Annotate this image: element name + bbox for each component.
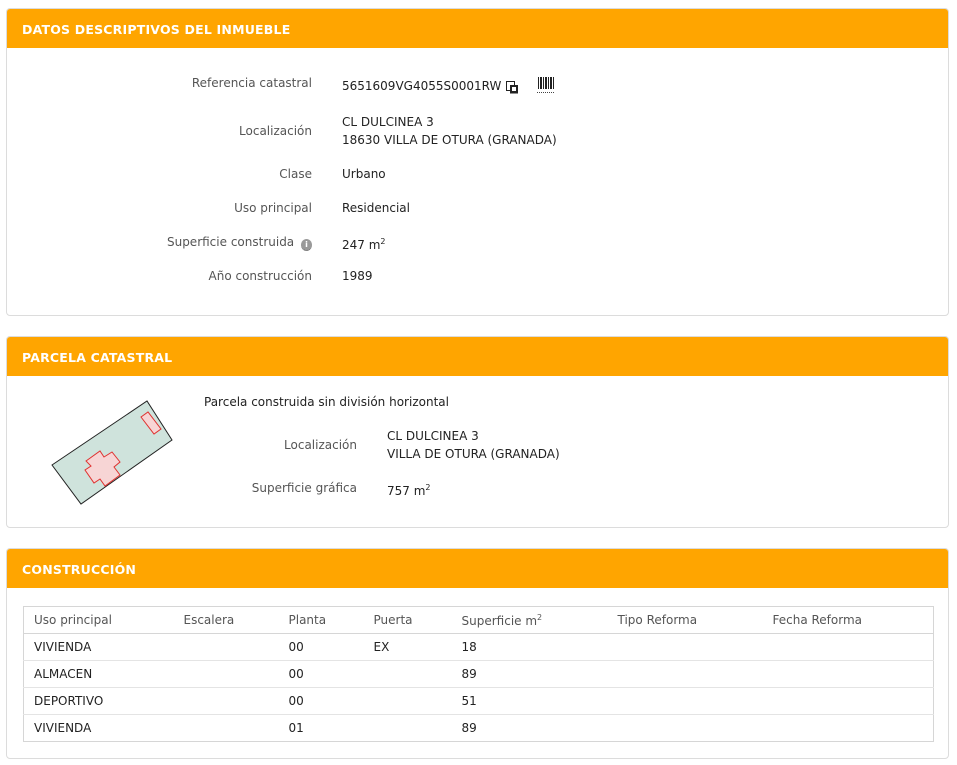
col-superficie-exponent: 2 [537,612,543,622]
cell-puerta [363,714,452,742]
cell-superficie: 89 [451,714,608,742]
clase-label: Clase [279,167,312,181]
cell-superficie: 18 [451,633,608,661]
superficie-construida-exponent: 2 [380,237,386,246]
cell-uso: VIVIENDA [23,633,174,661]
parcela-localizacion-line1: CL DULCINEA 3 [387,429,479,443]
table-row[interactable]: VIVIENDA 01 89 [23,714,934,742]
table-row[interactable]: VIVIENDA 00 EX 18 [23,633,934,661]
referencia-catastral-value: 5651609VG4055S0001RW [342,79,502,93]
cell-superficie: 89 [451,660,608,688]
table-header-row: Uso principal Escalera Planta Puerta Sup… [23,606,934,634]
uso-principal-value: Residencial [342,201,410,215]
cell-fecha-reforma [762,660,934,688]
localizacion-line1: CL DULCINEA 3 [342,115,434,129]
col-tipo-reforma[interactable]: Tipo Reforma [607,606,763,634]
cell-uso: DEPORTIVO [23,687,174,715]
superficie-grafica-exponent: 2 [425,483,431,492]
cell-uso: VIVIENDA [23,714,174,742]
cell-puerta: EX [363,633,452,661]
col-fecha-reforma[interactable]: Fecha Reforma [762,606,934,634]
cell-tipo-reforma [607,660,763,688]
localizacion-line2: 18630 VILLA DE OTURA (GRANADA) [342,133,557,147]
construccion-table: Uso principal Escalera Planta Puerta Sup… [23,606,934,742]
superficie-construida-number: 247 m [342,238,381,252]
cell-escalera [173,687,279,715]
parcel-map[interactable] [47,395,177,507]
cell-puerta [363,687,452,715]
parcela-localizacion-label: Localización [284,438,357,452]
cell-uso: ALMACEN [23,660,174,688]
superficie-construida-text: Superficie construida [166,235,295,249]
uso-principal-label: Uso principal [234,201,312,215]
cell-tipo-reforma [607,687,763,715]
superficie-grafica-value: 757 m2 [387,479,431,500]
table-row[interactable]: ALMACEN 00 89 [23,660,934,688]
copy-icon[interactable] [506,81,519,94]
parcela-catastral-header: PARCELA CATASTRAL [7,337,948,376]
datos-descriptivos-header: DATOS DESCRIPTIVOS DEL INMUEBLE [7,9,948,48]
superficie-construida-value: 247 m2 [342,233,386,254]
cell-puerta [363,660,452,688]
anio-construccion-label: Año construcción [208,269,313,283]
parcela-catastral-panel: PARCELA CATASTRAL Parcela construida sin… [6,336,949,528]
superficie-grafica-label: Superficie gráfica [251,481,357,495]
cell-fecha-reforma [762,714,934,742]
cell-planta: 00 [278,660,364,688]
parcela-localizacion-line2: VILLA DE OTURA (GRANADA) [387,447,560,461]
table-row[interactable]: DEPORTIVO 00 51 [23,687,934,715]
cell-superficie: 51 [451,687,608,715]
cell-fecha-reforma [762,633,934,661]
cell-escalera [173,714,279,742]
cell-planta: 01 [278,714,364,742]
clase-value: Urbano [342,167,386,181]
col-puerta[interactable]: Puerta [363,606,452,634]
parcela-description: Parcela construida sin división horizont… [204,395,449,409]
construccion-header: CONSTRUCCIÓN [7,549,948,588]
localizacion-label: Localización [239,124,312,138]
referencia-catastral-label: Referencia catastral [191,76,312,90]
cell-planta: 00 [278,687,364,715]
col-planta[interactable]: Planta [278,606,364,634]
col-superficie-text: Superficie m [461,613,538,628]
info-icon[interactable]: i [301,239,312,251]
col-escalera[interactable]: Escalera [173,606,279,634]
superficie-construida-label: Superficie construida i [107,235,312,251]
cell-planta: 00 [278,633,364,661]
cell-escalera [173,633,279,661]
construccion-panel: CONSTRUCCIÓN Uso principal Escalera Plan… [6,548,949,759]
col-superficie[interactable]: Superficie m2 [451,606,608,634]
datos-descriptivos-panel: DATOS DESCRIPTIVOS DEL INMUEBLE Referenc… [6,8,949,316]
cell-tipo-reforma [607,633,763,661]
cell-fecha-reforma [762,687,934,715]
superficie-grafica-number: 757 m [387,484,426,498]
anio-construccion-value: 1989 [342,269,373,283]
cell-escalera [173,660,279,688]
cell-tipo-reforma [607,714,763,742]
barcode-icon[interactable] [537,76,555,94]
col-uso-principal[interactable]: Uso principal [23,606,174,634]
